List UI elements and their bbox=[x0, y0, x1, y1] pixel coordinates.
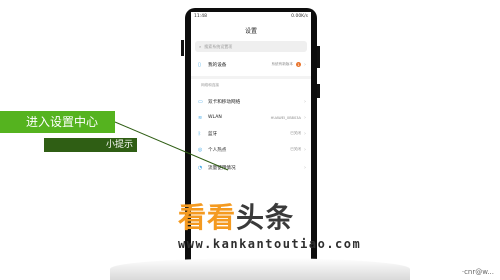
watermark-brand-a: 看看 bbox=[178, 201, 237, 234]
watermark-brand-b: 头条 bbox=[236, 201, 295, 234]
watermark-url: www.kankantoutiao.com bbox=[178, 237, 362, 251]
stage-shadow bbox=[110, 258, 410, 280]
corner-watermark: ·cnr@w... bbox=[461, 268, 494, 276]
watermark-logo: 看看头条 bbox=[178, 202, 294, 234]
